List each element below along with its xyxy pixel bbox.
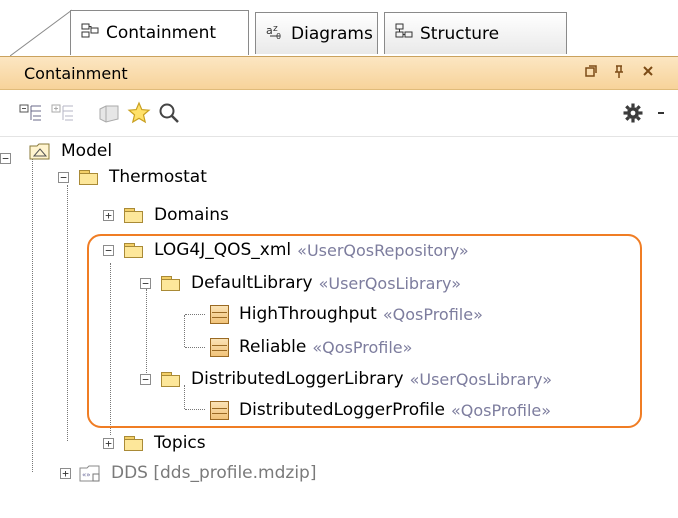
tab-strip-slant <box>10 9 72 56</box>
folder-icon <box>161 275 181 291</box>
tree-label: DefaultLibrary <box>191 273 313 293</box>
stereotype-label: «UserQosRepository» <box>297 240 469 260</box>
tab-label: Diagrams <box>291 23 373 44</box>
structure-icon <box>395 23 413 44</box>
folder-icon <box>124 435 144 451</box>
tree-line <box>67 185 68 441</box>
tab-containment[interactable]: Containment <box>70 10 249 55</box>
folder-icon <box>124 242 144 258</box>
svg-text:0: 0 <box>276 32 281 40</box>
tree-label: DDS [dds_profile.mdzip] <box>111 463 317 483</box>
tree-label: DistributedLoggerProfile <box>239 400 445 420</box>
profile-package-icon: «» <box>79 464 101 482</box>
qos-profile-icon <box>210 304 229 324</box>
tab-label: Structure <box>420 23 500 44</box>
collapse-toggle[interactable]: − <box>58 171 69 183</box>
tree-label: Reliable <box>239 337 307 357</box>
qos-profile-icon <box>210 337 229 357</box>
dropdown-arrow-icon[interactable] <box>648 100 674 126</box>
tree-label: HighThroughput <box>239 304 377 324</box>
tree-label: Thermostat <box>109 167 207 187</box>
expand-toggle[interactable]: + <box>60 467 71 479</box>
diagrams-icon: az0 <box>266 22 284 45</box>
favorites-star-icon[interactable] <box>126 100 152 126</box>
tab-structure[interactable]: Structure <box>384 12 567 54</box>
tree-node-model[interactable]: − Model <box>0 138 113 164</box>
qos-profile-icon <box>210 400 229 420</box>
containment-icon <box>81 23 99 44</box>
svg-text:«»: «» <box>82 471 91 479</box>
tree-line <box>110 263 111 435</box>
tree-node-thermostat[interactable]: − Thermostat <box>58 164 207 190</box>
tree-node-log4j[interactable]: − LOG4J_QOS_xml «UserQosRepository» <box>103 237 469 263</box>
tab-label: Containment <box>106 23 217 43</box>
collapse-toggle[interactable]: − <box>140 373 151 385</box>
stereotype-label: «QosProfile» <box>312 337 413 357</box>
expand-all-icon[interactable] <box>50 100 76 126</box>
close-icon[interactable] <box>642 65 654 81</box>
tree-node-dds[interactable]: + «» DDS [dds_profile.mdzip] <box>60 460 316 486</box>
collapse-all-icon[interactable] <box>18 100 44 126</box>
tree-line <box>184 315 185 347</box>
stereotype-label: «QosProfile» <box>382 304 483 324</box>
folder-icon <box>79 169 99 185</box>
settings-gear-icon[interactable] <box>620 100 646 126</box>
toolbar <box>0 90 678 137</box>
stereotype-label: «UserQosLibrary» <box>318 273 461 293</box>
new-element-icon[interactable] <box>96 100 122 126</box>
tab-diagrams[interactable]: az0 Diagrams <box>255 12 378 54</box>
tab-strip: Containment az0 Diagrams Structure <box>0 0 678 56</box>
tree-line <box>185 409 205 410</box>
tree-label: Domains <box>154 205 229 225</box>
expand-toggle[interactable]: + <box>103 209 114 221</box>
containment-browser: Containment az0 Diagrams Structure Conta… <box>0 0 678 518</box>
collapse-toggle[interactable]: − <box>140 277 151 289</box>
tree-label: Topics <box>154 433 206 453</box>
tree-line <box>185 347 205 348</box>
panel-title: Containment <box>24 64 128 83</box>
collapse-toggle[interactable]: − <box>0 152 11 164</box>
tree-node-high-throughput[interactable]: HighThroughput «QosProfile» <box>210 301 483 327</box>
tree-label: Model <box>61 141 113 161</box>
stereotype-label: «UserQosLibrary» <box>409 369 553 389</box>
tree-node-distributed-profile[interactable]: DistributedLoggerProfile «QosProfile» <box>210 397 551 423</box>
stereotype-label: «QosProfile» <box>451 400 552 420</box>
tree-label: DistributedLoggerLibrary <box>191 369 404 389</box>
panel-header: Containment <box>0 56 678 90</box>
tree-label: LOG4J_QOS_xml <box>154 240 292 260</box>
folder-icon <box>161 371 181 387</box>
restore-icon[interactable] <box>585 65 597 81</box>
tree-node-reliable[interactable]: Reliable «QosProfile» <box>210 334 412 360</box>
pin-icon[interactable] <box>613 65 625 83</box>
expand-toggle[interactable]: + <box>103 437 114 449</box>
folder-icon <box>124 207 144 223</box>
tree-line <box>185 314 205 315</box>
collapse-toggle[interactable]: − <box>103 244 114 256</box>
tree-node-default-library[interactable]: − DefaultLibrary «UserQosLibrary» <box>140 270 461 296</box>
model-package-icon <box>29 142 51 160</box>
tree-node-distributed-library[interactable]: − DistributedLoggerLibrary «UserQosLibra… <box>140 366 552 392</box>
tree-node-domains[interactable]: + Domains <box>103 202 229 228</box>
tree-line <box>32 159 33 472</box>
containment-tree: − Model − Thermostat + Domains − LOG4J_Q… <box>0 137 678 518</box>
search-icon[interactable] <box>156 100 182 126</box>
svg-text:a: a <box>266 24 273 37</box>
tree-node-topics[interactable]: + Topics <box>103 430 206 456</box>
